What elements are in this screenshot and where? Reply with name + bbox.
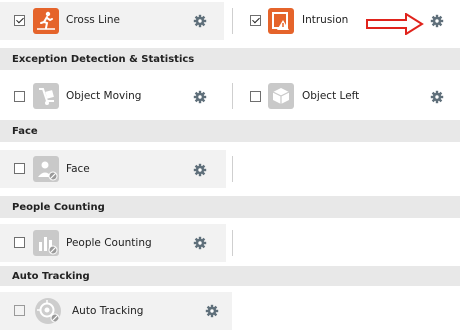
face-checkbox[interactable] [14, 163, 25, 174]
object-left-label: Object Left [302, 90, 360, 102]
person-disabled-icon [33, 156, 59, 182]
hand-truck-icon [33, 83, 59, 109]
row-separator [232, 83, 233, 109]
bar-chart-disabled-icon [33, 230, 59, 256]
cube-icon [268, 83, 294, 109]
row-separator [232, 8, 233, 34]
cross-line-checkbox[interactable] [14, 15, 25, 26]
gear-icon[interactable] [193, 163, 207, 177]
section-header-people-counting: People Counting [0, 196, 460, 218]
object-left-checkbox[interactable] [250, 91, 261, 102]
gear-icon[interactable] [430, 90, 444, 104]
row-separator [232, 156, 233, 182]
section-header-exception: Exception Detection & Statistics [0, 48, 460, 70]
face-label: Face [66, 163, 90, 175]
red-arrow-icon [366, 13, 424, 35]
section-header-auto-tracking: Auto Tracking [0, 266, 460, 286]
cross-line-label: Cross Line [66, 14, 121, 26]
running-person-icon [33, 8, 59, 34]
object-moving-checkbox[interactable] [14, 91, 25, 102]
intrusion-label: Intrusion [302, 14, 349, 26]
auto-tracking-checkbox[interactable] [14, 305, 25, 316]
people-counting-label: People Counting [66, 237, 152, 249]
intrusion-checkbox[interactable] [250, 15, 261, 26]
auto-tracking-label: Auto Tracking [72, 305, 144, 317]
object-moving-label: Object Moving [66, 90, 142, 102]
gear-icon[interactable] [193, 90, 207, 104]
gear-icon[interactable] [430, 14, 444, 28]
gear-icon[interactable] [205, 304, 219, 318]
target-disabled-icon [35, 298, 61, 324]
people-counting-checkbox[interactable] [14, 237, 25, 248]
gear-icon[interactable] [193, 236, 207, 250]
gear-icon[interactable] [193, 14, 207, 28]
row-separator [232, 230, 233, 256]
section-header-face: Face [0, 120, 460, 142]
intrusion-warning-icon [268, 8, 294, 34]
